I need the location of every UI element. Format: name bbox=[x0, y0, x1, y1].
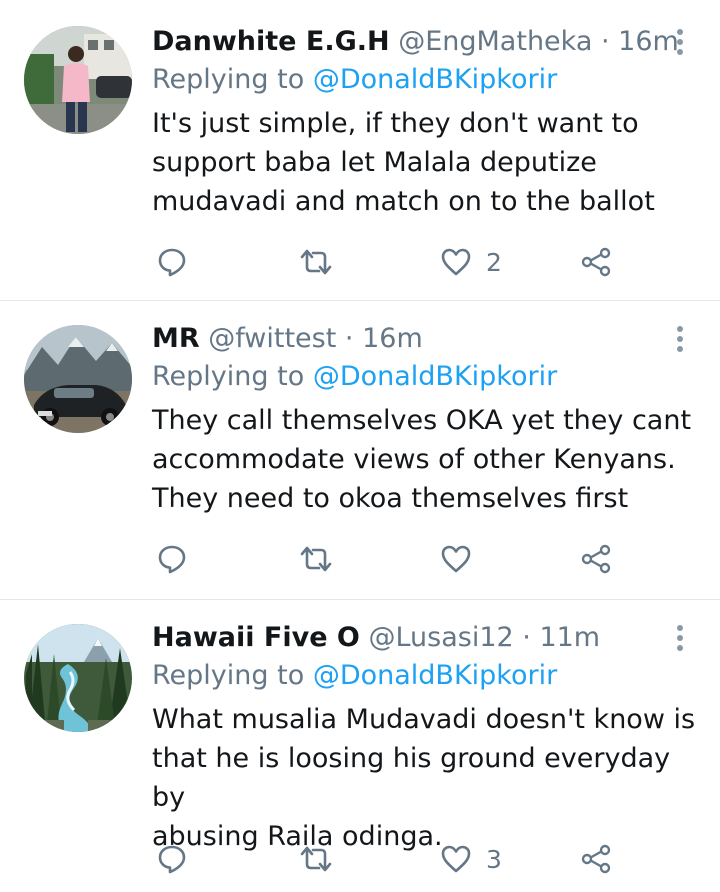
retweet-button[interactable] bbox=[298, 242, 334, 282]
mention-link[interactable]: @DonaldBKipkorir bbox=[313, 64, 557, 95]
more-options-icon[interactable] bbox=[670, 624, 690, 652]
like-button[interactable]: 2 bbox=[440, 242, 502, 282]
like-count: 2 bbox=[486, 247, 502, 277]
reply-icon bbox=[158, 845, 186, 874]
tweet-header: Hawaii Five O @Lusasi12 · 11m bbox=[152, 616, 650, 660]
replying-label: Replying to bbox=[152, 64, 305, 95]
like-button[interactable]: 3 bbox=[440, 839, 502, 879]
share-button[interactable] bbox=[580, 839, 612, 879]
mention-link[interactable]: @DonaldBKipkorir bbox=[313, 361, 557, 392]
timestamp[interactable]: 11m bbox=[539, 622, 600, 653]
avatar-photo bbox=[24, 624, 132, 732]
replying-label: Replying to bbox=[152, 660, 305, 691]
author-handle[interactable]: @fwittest bbox=[208, 323, 336, 354]
tweet[interactable]: MR @fwittest · 16m Replying to @DonaldBK… bbox=[0, 317, 720, 599]
author-name[interactable]: Hawaii Five O bbox=[152, 622, 360, 653]
reply-icon bbox=[158, 248, 186, 277]
retweet-button[interactable] bbox=[298, 839, 334, 879]
mention-link[interactable]: @DonaldBKipkorir bbox=[313, 660, 557, 691]
replying-to: Replying to @DonaldBKipkorir bbox=[152, 658, 557, 694]
avatar[interactable] bbox=[24, 26, 132, 134]
share-icon bbox=[581, 844, 611, 874]
reply-icon bbox=[158, 545, 186, 574]
tweet-text: It's just simple, if they don't want to … bbox=[152, 108, 655, 217]
action-bar: 2 bbox=[152, 242, 622, 282]
author-name[interactable]: MR bbox=[152, 323, 200, 354]
separator: · bbox=[600, 26, 610, 57]
avatar[interactable] bbox=[24, 325, 132, 433]
more-options-icon[interactable] bbox=[670, 325, 690, 353]
separator: · bbox=[344, 323, 354, 354]
like-count: 3 bbox=[486, 844, 502, 874]
avatar[interactable] bbox=[24, 624, 132, 732]
share-icon bbox=[581, 544, 611, 574]
author-name[interactable]: Danwhite E.G.H bbox=[152, 26, 390, 57]
reply-button[interactable] bbox=[156, 839, 188, 879]
replying-to: Replying to @DonaldBKipkorir bbox=[152, 62, 557, 98]
divider bbox=[0, 599, 720, 600]
author-handle[interactable]: @Lusasi12 bbox=[368, 622, 513, 653]
divider bbox=[0, 300, 720, 301]
separator: · bbox=[522, 622, 531, 653]
retweet-icon bbox=[300, 846, 332, 872]
tweet-text: They call themselves OKA yet they cant a… bbox=[152, 405, 692, 514]
tweet-header: MR @fwittest · 16m bbox=[152, 317, 650, 361]
retweet-icon bbox=[300, 546, 332, 572]
tweet-header: Danwhite E.G.H @EngMatheka · 16m bbox=[152, 20, 679, 64]
avatar-photo bbox=[24, 325, 132, 433]
like-button[interactable] bbox=[440, 539, 486, 579]
avatar-photo bbox=[24, 26, 132, 134]
retweet-button[interactable] bbox=[298, 539, 334, 579]
action-bar: 3 bbox=[152, 839, 622, 879]
share-icon bbox=[581, 247, 611, 277]
share-button[interactable] bbox=[580, 539, 612, 579]
action-bar bbox=[152, 539, 622, 579]
heart-icon bbox=[441, 248, 471, 276]
tweet[interactable]: Hawaii Five O @Lusasi12 · 11m Replying t… bbox=[0, 616, 720, 892]
tweet-text: What musalia Mudavadi doesn't know is th… bbox=[152, 704, 696, 852]
replying-label: Replying to bbox=[152, 361, 305, 392]
author-handle[interactable]: @EngMatheka bbox=[398, 26, 592, 57]
timestamp[interactable]: 16m bbox=[362, 323, 423, 354]
replying-to: Replying to @DonaldBKipkorir bbox=[152, 359, 557, 395]
more-options-icon[interactable] bbox=[670, 28, 690, 56]
retweet-icon bbox=[300, 249, 332, 275]
share-button[interactable] bbox=[580, 242, 612, 282]
tweet[interactable]: Danwhite E.G.H @EngMatheka · 16m Replyin… bbox=[0, 20, 720, 300]
heart-icon bbox=[441, 845, 471, 873]
reply-button[interactable] bbox=[156, 539, 188, 579]
reply-button[interactable] bbox=[156, 242, 188, 282]
heart-icon bbox=[441, 545, 471, 573]
